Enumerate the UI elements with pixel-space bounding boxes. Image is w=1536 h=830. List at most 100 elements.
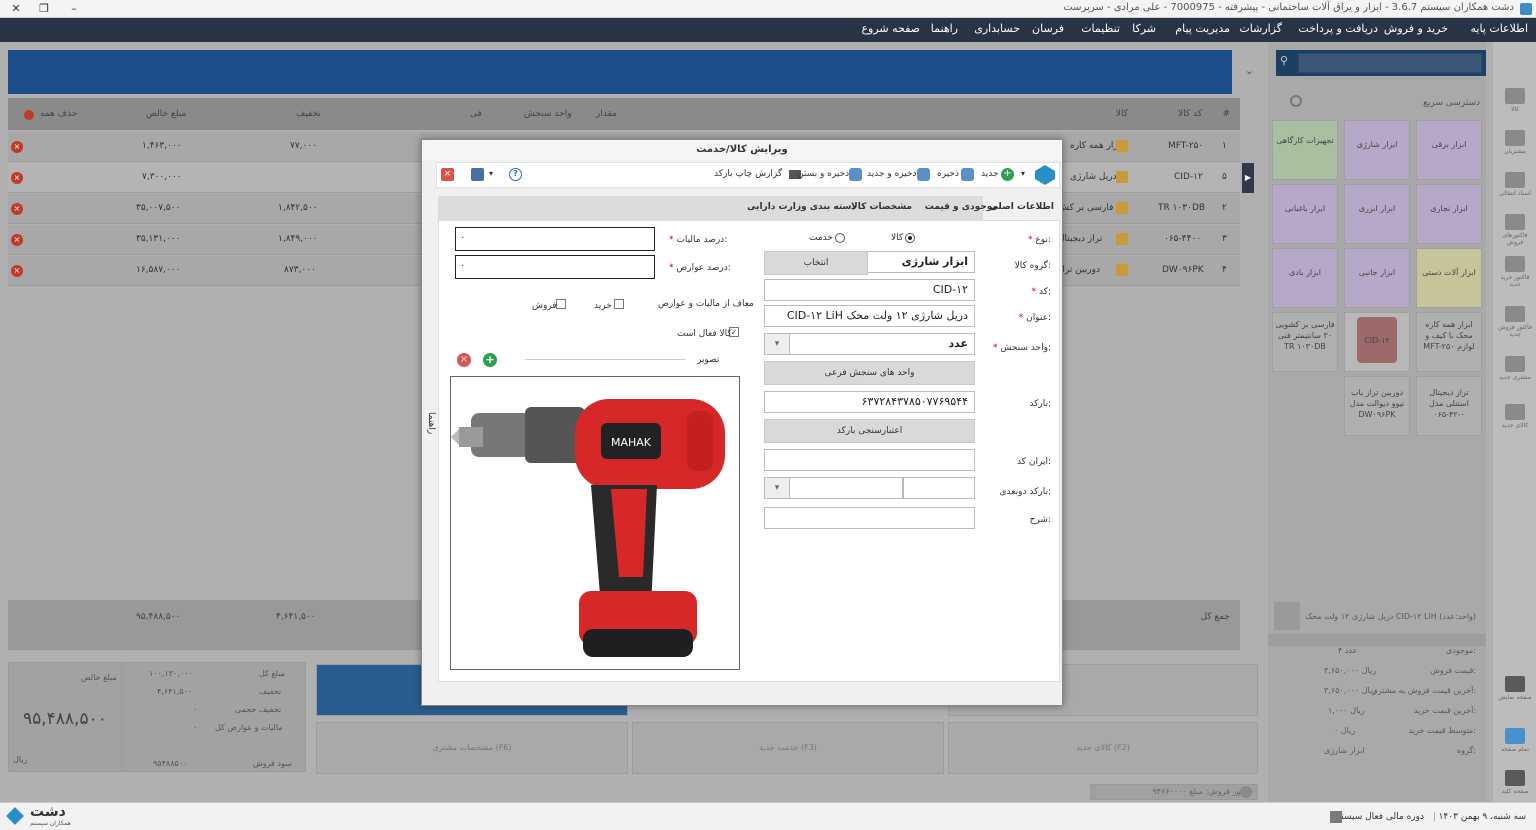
- unit-field[interactable]: عدد: [789, 333, 975, 355]
- help-icon[interactable]: ?: [509, 168, 522, 181]
- delete-row-icon[interactable]: ×: [11, 141, 23, 153]
- tile-air-tools[interactable]: ابزار بادی: [1272, 248, 1338, 308]
- duty-percent-field[interactable]: ۰: [455, 255, 655, 279]
- tile-dw096[interactable]: دوربین تراز یاب نیوو دیوالت مدل DW۰۹۶PK: [1344, 376, 1410, 436]
- keyboard-icon[interactable]: صفحه کلید: [1501, 768, 1529, 804]
- menu-basic-info[interactable]: اطلاعات پایه: [1470, 22, 1528, 35]
- chevron-down-icon[interactable]: ⌄: [1245, 64, 1254, 77]
- menu-buy-sell[interactable]: خرید و فروش: [1384, 22, 1448, 35]
- dropdown-arrow-icon[interactable]: ▾: [489, 169, 493, 178]
- save-new-button[interactable]: ذخیره و جدید: [867, 169, 917, 179]
- menu-receive-pay[interactable]: دریافت و پرداخت: [1298, 22, 1378, 35]
- tile-mft250[interactable]: ابزار همه کاره محک با کیف و لوازم MFT-۲۵…: [1416, 312, 1482, 372]
- delete-all-icon[interactable]: [24, 110, 34, 120]
- grid-header: # کد کالا کالا مقدار واحد سنجش فی تخفیف …: [8, 98, 1240, 130]
- side-handle[interactable]: راهنما: [424, 412, 436, 452]
- tile-workshop[interactable]: تجهیزات کارگاهی: [1272, 120, 1338, 180]
- delete-all-label[interactable]: حذف همه: [40, 109, 77, 119]
- menu-messages[interactable]: مدیریت پیام: [1175, 22, 1230, 35]
- tile-tr1030[interactable]: فارسی بر کشویی ۳۰ سانتیمتر فنی TR ۱۰۳۰DB: [1272, 312, 1338, 372]
- transfer-docs-icon[interactable]: اسناد انتقالی: [1499, 170, 1531, 206]
- menu-settings[interactable]: تنظیمات: [1081, 22, 1120, 35]
- tile-level[interactable]: تراز دیجیتال استنلی مدل ۰-۴۲-۰۶۵: [1416, 376, 1482, 436]
- settings-icon[interactable]: [1290, 95, 1302, 107]
- new-dropdown-icon[interactable]: ▾: [1021, 169, 1025, 178]
- menu-help[interactable]: راهنما: [931, 22, 958, 35]
- new-goods-icon[interactable]: کالای جدید: [1501, 402, 1529, 438]
- period-icon[interactable]: [1330, 811, 1342, 823]
- cell-code: TR ۱۰۳۰DB: [1158, 203, 1206, 213]
- type-service-radio[interactable]: [835, 233, 845, 243]
- delete-row-icon[interactable]: ×: [11, 265, 23, 277]
- new-sales-invoice-icon[interactable]: فاکتور فروش جدید: [1498, 304, 1532, 340]
- code-field[interactable]: CID-۱۲: [764, 279, 975, 301]
- new-item-button[interactable]: کالای جدید (F2): [948, 722, 1258, 774]
- barcode2d-field-b[interactable]: [789, 477, 903, 499]
- search-input[interactable]: [1298, 53, 1482, 73]
- tile-side-tools[interactable]: ابزار جانبی: [1344, 248, 1410, 308]
- print-barcode-button[interactable]: گزارش چاپ بارکد: [714, 169, 782, 179]
- description-label: شرح:: [1029, 515, 1051, 525]
- validate-barcode-button[interactable]: اعتبارسنجی بارکد: [764, 419, 975, 443]
- quick-search: ⚲: [1276, 50, 1486, 76]
- display-icon[interactable]: صفحه نمایش: [1498, 674, 1532, 710]
- delete-row-icon[interactable]: ×: [11, 234, 23, 246]
- barcode2d-dropdown-icon[interactable]: ▾: [764, 477, 790, 499]
- tile-cid12[interactable]: CID-۱۲: [1344, 312, 1410, 372]
- tile-carpentry[interactable]: ابزار نجاری: [1416, 184, 1482, 244]
- save-close-button[interactable]: ذخیره و بستن: [797, 169, 849, 179]
- delete-row-icon[interactable]: ×: [11, 172, 23, 184]
- close-icon[interactable]: ✕: [6, 1, 26, 17]
- menu-reports[interactable]: گزارشات: [1239, 22, 1282, 35]
- unit-dropdown-icon[interactable]: ▾: [764, 333, 790, 355]
- tile-power-tools[interactable]: ابزار برقی: [1416, 120, 1482, 180]
- customers-icon[interactable]: مشتریان: [1501, 128, 1529, 164]
- type-goods-radio[interactable]: [905, 233, 915, 243]
- exempt-sell-checkbox[interactable]: [556, 299, 566, 309]
- tax-percent-field[interactable]: ۰: [455, 227, 655, 251]
- tile-garden[interactable]: ابزار باغبانی: [1272, 184, 1338, 244]
- type-service-label: خدمت: [809, 233, 833, 243]
- customer-info-button[interactable]: مشخصات مشتری (F6): [316, 722, 628, 774]
- tab-item-specs[interactable]: مشخصات کالا: [851, 202, 912, 212]
- sales-invoices-icon[interactable]: فاکتورهای فروش: [1501, 212, 1529, 248]
- menu-farsan[interactable]: فرسان: [1032, 22, 1064, 35]
- tile-cordless-tools[interactable]: ابزار شارژی: [1344, 120, 1410, 180]
- remove-image-icon[interactable]: ×: [457, 353, 471, 367]
- search-icon[interactable]: ⚲: [1280, 54, 1288, 67]
- new-customer-icon[interactable]: مشتری جدید: [1499, 354, 1531, 390]
- menu-accounting[interactable]: حسابداری: [974, 22, 1020, 35]
- iran-code-label: ایران کد:: [1017, 457, 1051, 467]
- add-image-icon[interactable]: +: [483, 353, 497, 367]
- menu-start-page[interactable]: صفحه شروع: [861, 22, 920, 35]
- close-icon[interactable]: ×: [441, 168, 454, 181]
- summary-box: مبلغ خالص ۹۵,۴۸۸,۵۰۰ ریال ۱۰۰,۱۳۰,۰۰۰ مب…: [8, 662, 306, 772]
- tab-tax-category[interactable]: دسته بندی وزارت دارایی: [747, 202, 856, 212]
- minimize-icon[interactable]: –: [64, 1, 84, 17]
- fullscreen-icon[interactable]: تمام صفحه: [1501, 726, 1529, 762]
- tab-stock-price[interactable]: موجودی و قیمت: [925, 202, 998, 212]
- cell-idx: ۱: [1222, 141, 1227, 151]
- menu-partners[interactable]: شرکا: [1132, 22, 1156, 35]
- barcode2d-field-a[interactable]: [903, 477, 975, 499]
- new-purchase-invoice-icon[interactable]: فاکتور خرید جدید: [1500, 254, 1530, 290]
- save-button[interactable]: ذخیره: [937, 169, 959, 179]
- select-group-button[interactable]: انتخاب: [764, 251, 868, 275]
- barcode-field[interactable]: ۶۳۷۲۸۴۳۷۸۵۰۷۷۶۹۵۴۴: [764, 391, 975, 413]
- delete-row-icon[interactable]: ×: [11, 203, 23, 215]
- exempt-buy-checkbox[interactable]: [614, 299, 624, 309]
- tile-abzari[interactable]: ابزار ابزری: [1344, 184, 1410, 244]
- cell-name: تراز دیجیتال: [1058, 234, 1103, 244]
- new-button[interactable]: جدید: [981, 169, 999, 179]
- iran-code-field[interactable]: [764, 449, 975, 471]
- new-service-button[interactable]: خدمت جدید (F3): [632, 722, 944, 774]
- add-icon[interactable]: [1240, 786, 1252, 798]
- group-field[interactable]: ابزار شارژی: [867, 251, 975, 273]
- grid-icon[interactable]: [471, 168, 484, 181]
- description-field[interactable]: [764, 507, 975, 529]
- title-field[interactable]: دریل شارژی ۱۲ ولت محک CID-۱۲ LiH: [764, 305, 975, 327]
- goods-icon[interactable]: کالا: [1501, 86, 1529, 122]
- sub-units-button[interactable]: واحد های سنجش فرعی: [764, 361, 975, 385]
- restore-icon[interactable]: ❐: [34, 1, 54, 17]
- tile-hand-tools[interactable]: ابزار آلات دستی: [1416, 248, 1482, 308]
